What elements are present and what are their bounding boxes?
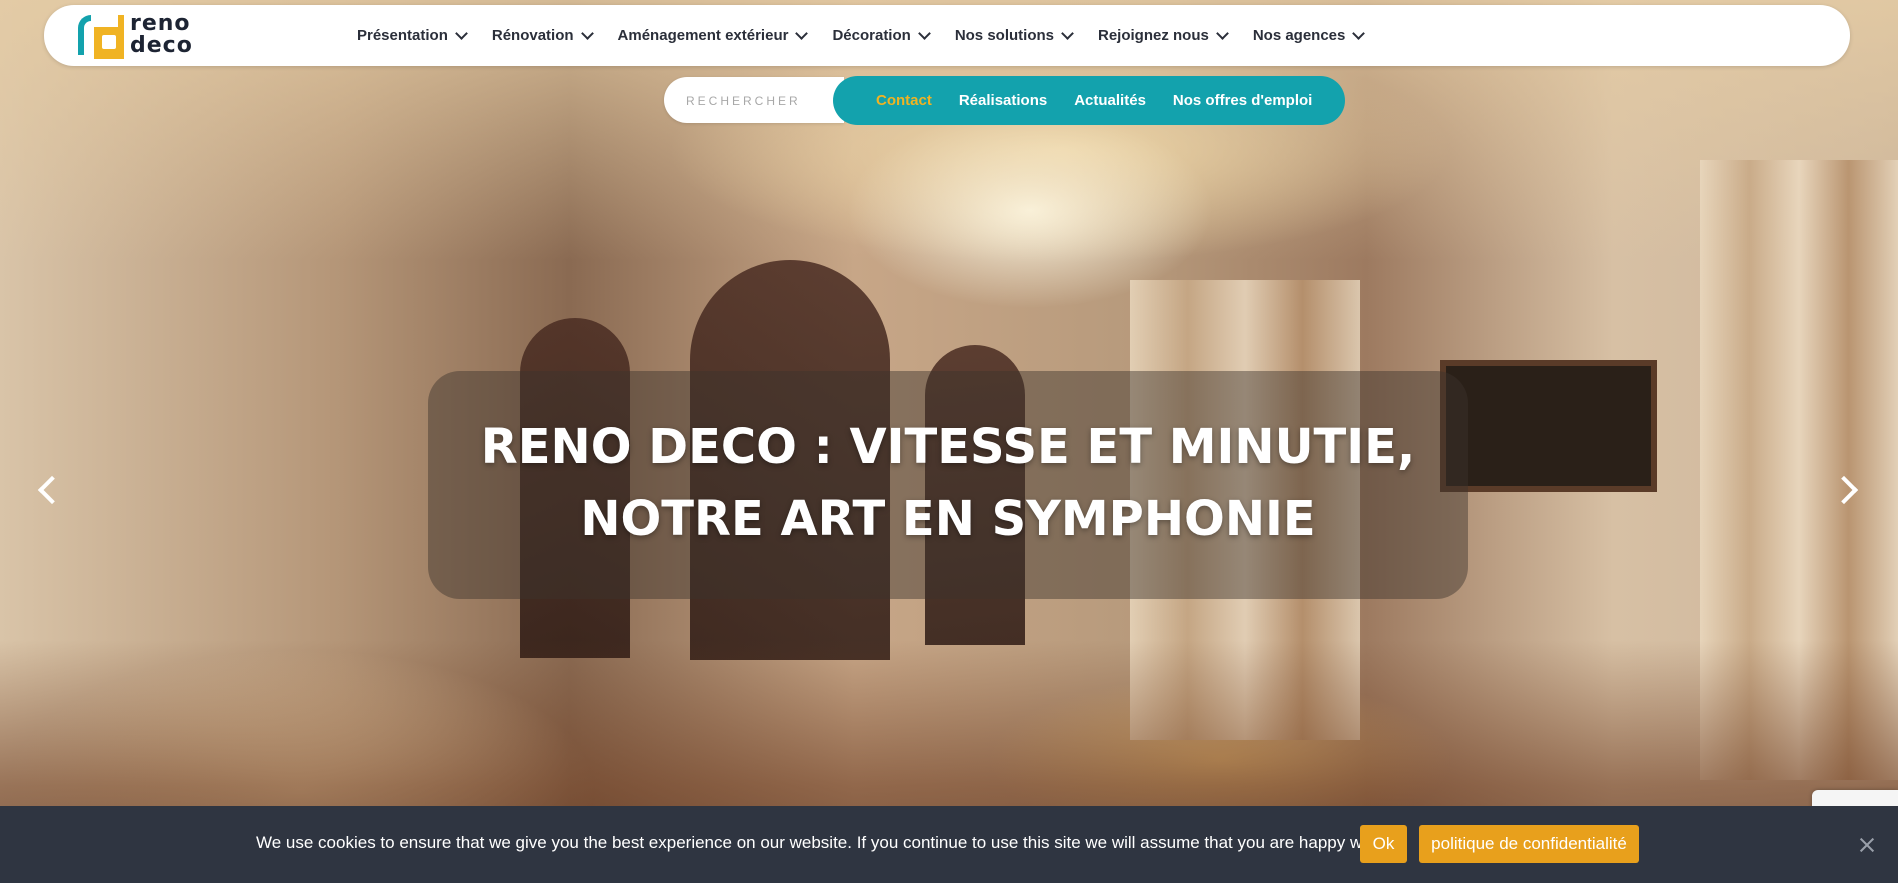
nav-item-label: Rejoignez nous — [1097, 27, 1209, 44]
main-nav: Présentation Rénovation Aménagement exté… — [357, 5, 1389, 66]
nav-item-nos-agences[interactable]: Nos agences — [1252, 27, 1366, 44]
hero-caption-panel: RENO DECO : VITESSE ET MINUTIE, NOTRE AR… — [428, 371, 1468, 599]
nav-item-presentation[interactable]: Présentation — [357, 27, 468, 44]
hero-wall-painting — [1440, 360, 1657, 492]
main-header: reno deco Présentation Rénovation Aménag… — [44, 5, 1850, 66]
secondary-nav: Contact Réalisations Actualités Nos offr… — [833, 76, 1345, 125]
cookie-ok-button[interactable]: Ok — [1360, 825, 1407, 863]
hero-headline-line1: RENO DECO : VITESSE ET MINUTIE, — [480, 419, 1416, 475]
search-box — [664, 77, 844, 123]
search-input[interactable] — [684, 89, 838, 113]
site-logo[interactable]: reno deco — [78, 11, 208, 61]
hero-headline-line2: NOTRE ART EN SYMPHONIE — [580, 491, 1316, 547]
logo-text-deco: deco — [130, 33, 193, 58]
subnav-link-contact[interactable]: Contact — [876, 92, 932, 109]
nav-item-label: Décoration — [832, 27, 911, 44]
logo-text-reno: reno — [130, 11, 191, 36]
cookie-message: We use cookies to ensure that we give yo… — [256, 833, 1399, 852]
logo-mark-teal — [78, 15, 91, 55]
chevron-down-icon — [1215, 27, 1229, 40]
subnav-link-actualites[interactable]: Actualités — [1074, 92, 1146, 109]
nav-item-label: Aménagement extérieur — [617, 27, 789, 44]
slider-prev-arrow-icon[interactable] — [30, 470, 70, 510]
cookie-banner: We use cookies to ensure that we give yo… — [0, 806, 1898, 883]
chevron-down-icon — [917, 27, 931, 40]
chevron-down-icon — [795, 27, 809, 40]
chevron-down-icon — [1061, 27, 1074, 40]
chevron-down-icon — [580, 27, 594, 40]
logo-mark-yellow-stem — [118, 15, 124, 37]
subnav-link-offres-emploi[interactable]: Nos offres d'emploi — [1173, 92, 1312, 109]
nav-item-amenagement-exterieur[interactable]: Aménagement extérieur — [617, 27, 809, 44]
hero-headline: RENO DECO : VITESSE ET MINUTIE, NOTRE AR… — [428, 411, 1468, 555]
nav-item-renovation[interactable]: Rénovation — [491, 27, 594, 44]
nav-item-label: Rénovation — [491, 27, 574, 44]
nav-item-decoration[interactable]: Décoration — [832, 27, 931, 44]
chevron-down-icon — [1352, 27, 1366, 40]
chevron-down-icon — [454, 27, 468, 40]
nav-item-label: Nos agences — [1252, 27, 1346, 44]
cookie-privacy-button[interactable]: politique de confidentialité — [1419, 825, 1639, 863]
slider-next-arrow-icon[interactable] — [1830, 470, 1870, 510]
nav-item-label: Présentation — [357, 27, 448, 44]
subnav-link-realisations[interactable]: Réalisations — [959, 92, 1047, 109]
nav-item-rejoignez-nous[interactable]: Rejoignez nous — [1097, 27, 1229, 44]
close-icon[interactable] — [1858, 836, 1876, 854]
nav-item-nos-solutions[interactable]: Nos solutions — [954, 27, 1074, 44]
nav-item-label: Nos solutions — [954, 27, 1054, 44]
